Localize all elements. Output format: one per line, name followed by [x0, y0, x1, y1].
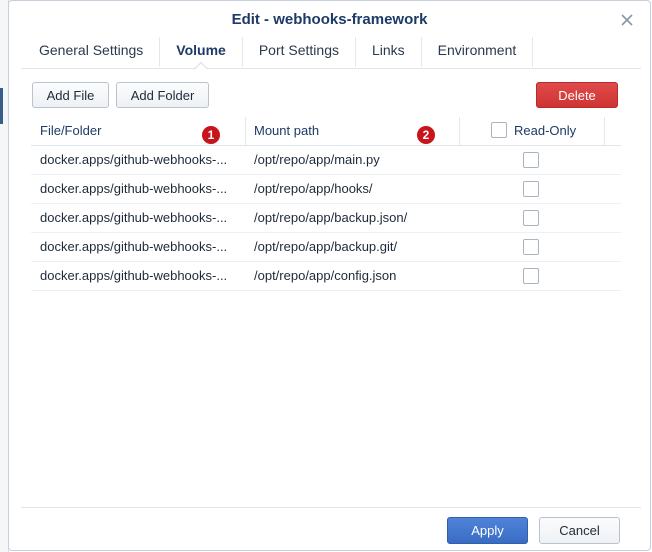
read-only-checkbox[interactable] — [523, 268, 539, 284]
read-only-checkbox[interactable] — [523, 239, 539, 255]
tab-port-settings[interactable]: Port Settings — [243, 37, 356, 67]
table-header: File/Folder Mount path Read-Only — [31, 117, 621, 146]
table-row[interactable]: docker.apps/github-webhooks-... /opt/rep… — [31, 262, 621, 291]
volume-table: File/Folder Mount path Read-Only docker.… — [31, 117, 621, 291]
column-divider — [459, 117, 460, 145]
tab-volume[interactable]: Volume — [160, 37, 243, 69]
table-row[interactable]: docker.apps/github-webhooks-... /opt/rep… — [31, 146, 621, 175]
mount-path-cell: /opt/repo/app/backup.git/ — [254, 239, 398, 254]
add-file-button[interactable]: Add File — [32, 82, 109, 108]
read-only-checkbox[interactable] — [523, 210, 539, 226]
table-row[interactable]: docker.apps/github-webhooks-... /opt/rep… — [31, 233, 621, 262]
file-folder-cell: docker.apps/github-webhooks-... — [40, 181, 228, 196]
tab-environment[interactable]: Environment — [422, 37, 534, 67]
close-icon[interactable] — [620, 13, 634, 27]
file-folder-cell: docker.apps/github-webhooks-... — [40, 152, 228, 167]
footer-divider — [21, 507, 641, 508]
background-window-accent — [0, 88, 3, 124]
annotation-marker-1: 1 — [202, 126, 220, 144]
tab-label: Environment — [437, 42, 517, 58]
mount-path-cell: /opt/repo/app/config.json — [254, 268, 397, 283]
tab-label: Volume — [176, 42, 226, 58]
file-folder-cell: docker.apps/github-webhooks-... — [40, 210, 228, 225]
tab-bar: General Settings Volume Port Settings Li… — [21, 37, 641, 69]
table-row[interactable]: docker.apps/github-webhooks-... /opt/rep… — [31, 204, 621, 233]
tab-label: Links — [371, 42, 405, 58]
add-folder-button[interactable]: Add Folder — [116, 82, 209, 108]
table-row[interactable]: docker.apps/github-webhooks-... /opt/rep… — [31, 175, 621, 204]
active-tab-indicator — [194, 62, 209, 69]
delete-button[interactable]: Delete — [536, 82, 618, 108]
read-only-checkbox[interactable] — [523, 152, 539, 168]
mount-path-cell: /opt/repo/app/hooks/ — [254, 181, 373, 196]
annotation-marker-2: 2 — [417, 126, 435, 144]
tab-links[interactable]: Links — [356, 37, 422, 67]
file-folder-cell: docker.apps/github-webhooks-... — [40, 268, 228, 283]
column-divider — [604, 117, 605, 145]
tab-label: Port Settings — [258, 42, 339, 58]
edit-dialog: Edit - webhooks-framework General Settin… — [8, 0, 651, 551]
cancel-button[interactable]: Cancel — [539, 517, 620, 544]
tab-label: General Settings — [39, 42, 144, 58]
apply-button[interactable]: Apply — [447, 517, 528, 544]
file-folder-cell: docker.apps/github-webhooks-... — [40, 239, 228, 254]
tab-general-settings[interactable]: General Settings — [21, 37, 161, 67]
mount-path-cell: /opt/repo/app/backup.json/ — [254, 210, 408, 225]
read-only-checkbox[interactable] — [523, 181, 539, 197]
mount-path-cell: /opt/repo/app/main.py — [254, 152, 380, 167]
column-header-read-only[interactable]: Read-Only — [505, 117, 605, 145]
dialog-title: Edit - webhooks-framework — [231, 11, 428, 28]
